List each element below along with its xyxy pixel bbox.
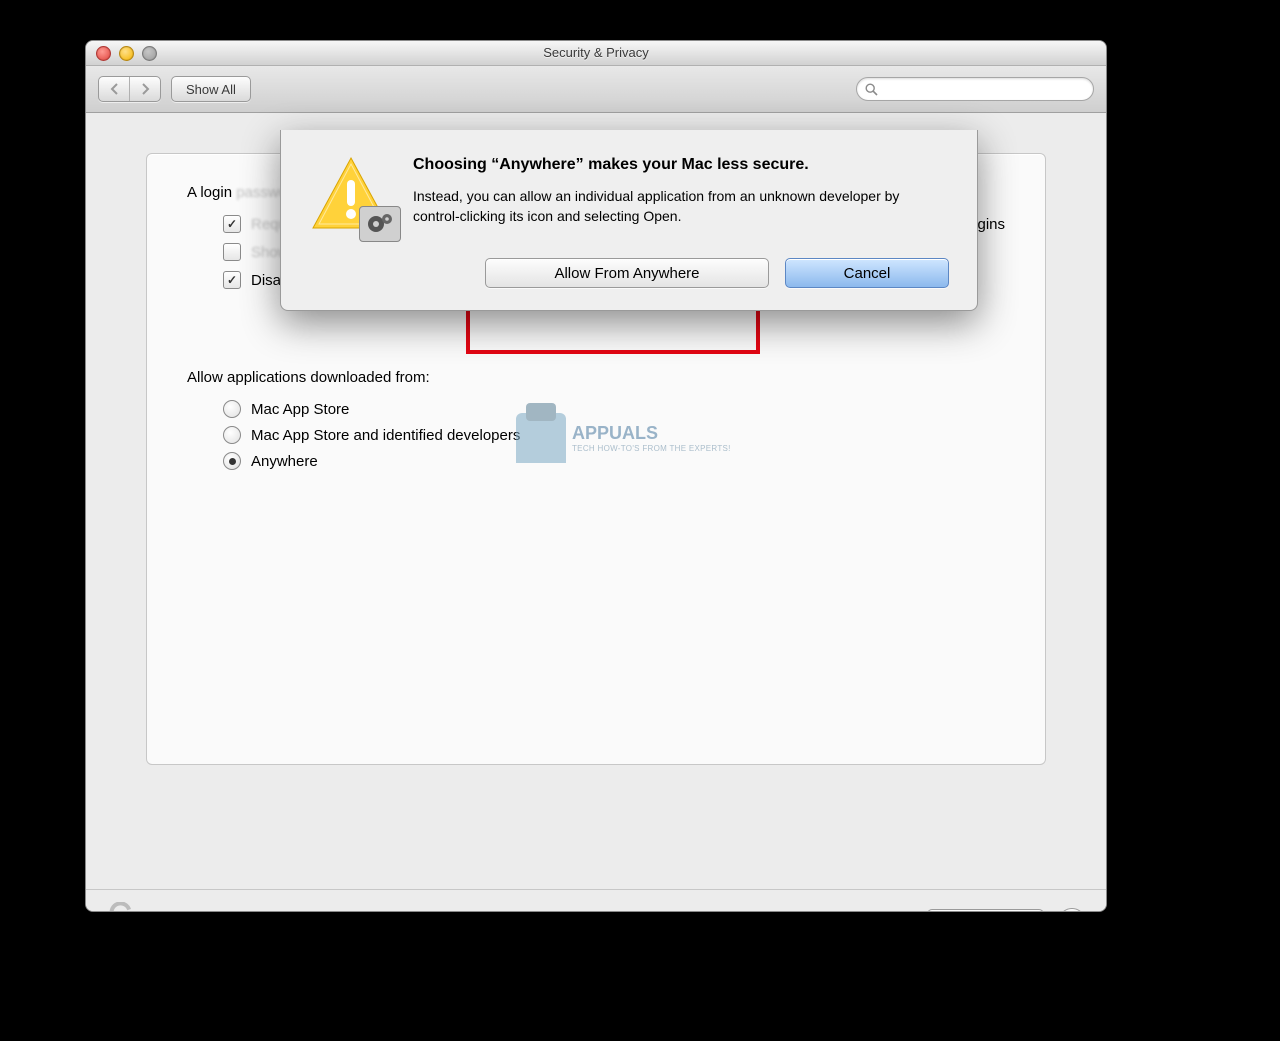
radio-row-anywhere[interactable]: Anywhere (223, 452, 1005, 470)
toolbar: Show All (86, 66, 1106, 113)
chevron-right-icon (141, 83, 150, 95)
nav-forward-button[interactable] (130, 77, 160, 101)
search-icon (865, 83, 878, 96)
radio-row-identified-developers[interactable]: Mac App Store and identified developers (223, 426, 1005, 444)
radio-row-mac-app-store[interactable]: Mac App Store (223, 400, 1005, 418)
zoom-window-button[interactable] (142, 46, 157, 61)
dialog-heading: Choosing “Anywhere” makes your Mac less … (413, 154, 949, 176)
help-button[interactable]: ? (1058, 908, 1086, 912)
chevron-left-icon (110, 83, 119, 95)
allow-from-anywhere-button[interactable]: Allow From Anywhere (485, 258, 769, 288)
nav-buttons (98, 76, 161, 102)
search-input[interactable] (884, 81, 1085, 97)
show-all-button[interactable]: Show All (171, 76, 251, 102)
lock-open-icon[interactable] (106, 902, 140, 912)
close-window-button[interactable] (96, 46, 111, 61)
show-message-checkbox[interactable] (223, 243, 241, 261)
minimize-window-button[interactable] (119, 46, 134, 61)
window-controls (96, 46, 157, 61)
radio-identified-developers[interactable] (223, 426, 241, 444)
download-heading: Allow applications downloaded from: (187, 369, 1005, 386)
disable-auto-login-checkbox[interactable] (223, 271, 241, 289)
window-title: Security & Privacy (543, 45, 648, 60)
confirm-dialog: Choosing “Anywhere” makes your Mac less … (280, 130, 978, 311)
dialog-description: Instead, you can allow an individual app… (413, 186, 949, 227)
login-intro-prefix: A login (187, 184, 232, 201)
radio-anywhere[interactable] (223, 452, 241, 470)
advanced-button[interactable]: Advanced… (927, 909, 1044, 912)
radio-label-0: Mac App Store (251, 401, 349, 418)
warning-icon (309, 154, 393, 238)
radio-label-1: Mac App Store and identified developers (251, 427, 520, 444)
allow-label: Allow From Anywhere (554, 265, 699, 282)
footer: Click the lock to prevent further change… (86, 889, 1106, 912)
system-prefs-badge-icon (359, 206, 401, 242)
cancel-button[interactable]: Cancel (785, 258, 949, 288)
cancel-label: Cancel (844, 265, 891, 282)
require-password-checkbox[interactable] (223, 215, 241, 233)
show-all-label: Show All (186, 82, 236, 97)
nav-back-button[interactable] (99, 77, 130, 101)
titlebar: Security & Privacy (86, 41, 1106, 66)
radio-mac-app-store[interactable] (223, 400, 241, 418)
search-field[interactable] (856, 77, 1094, 101)
radio-label-2: Anywhere (251, 453, 318, 470)
